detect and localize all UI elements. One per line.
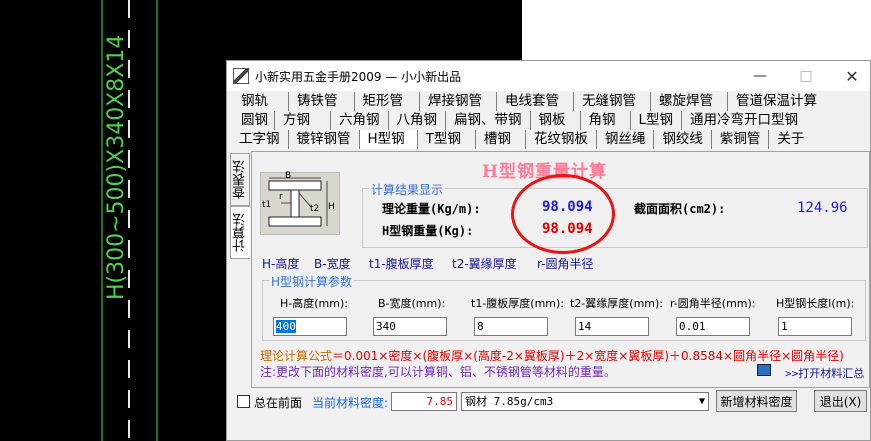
maximize-button[interactable]: □ — [783, 61, 829, 91]
diagram-t2-label: t2 — [310, 204, 320, 214]
height-input-value: 400 — [276, 320, 296, 333]
tab-round-steel[interactable]: 圆钢 — [231, 111, 275, 130]
params-group-title: H型钢计算参数 — [269, 273, 355, 290]
theory-weight-label: 理论重量(Kg/m): — [382, 202, 481, 216]
tab-lookup-label: 查表法 — [232, 160, 248, 199]
density-input[interactable]: 7.85 — [391, 392, 457, 411]
annotation-circle — [511, 174, 615, 254]
legend-h: H-高度 — [262, 257, 300, 271]
app-icon — [233, 68, 249, 84]
always-on-top-label: 总在前面 — [254, 396, 303, 410]
minimize-button[interactable]: — — [737, 61, 783, 91]
formula-text: ＝0.001×密度×(腹板厚×(高度-2×翼板厚)＋2×宽度×翼板厚)＋0.85… — [332, 349, 844, 363]
always-on-top-checkbox[interactable] — [237, 395, 250, 408]
tab-calc-method[interactable]: 计算法 — [230, 206, 250, 259]
tab-rect-pipe[interactable]: 矩形管 — [355, 92, 420, 111]
diagram-h-label: H — [328, 202, 335, 212]
tab-spiral-pipe[interactable]: 螺旋焊管 — [651, 92, 728, 111]
web-thickness-input[interactable]: 8 — [474, 317, 548, 336]
web-thickness-label: t1-腹板厚度(mm): — [471, 297, 565, 310]
tab-h-beam[interactable]: H型钢 — [359, 130, 418, 149]
tab-l-steel[interactable]: L型钢 — [631, 111, 683, 130]
menu-row-3: 工字钢 镀锌钢管 H型钢 T型钢 槽钢 花纹钢板 钢丝绳 钢绞线 紫铜管 关于 — [231, 130, 812, 149]
diagram-t1-label: t1 — [262, 200, 272, 210]
tab-galvanized-pipe[interactable]: 镀锌钢管 — [289, 130, 360, 149]
height-label: H-高度(mm): — [280, 297, 348, 310]
result-group: 计算结果显示 — [362, 181, 868, 248]
calculator-icon[interactable] — [757, 364, 771, 376]
tab-welded-pipe[interactable]: 焊接钢管 — [420, 92, 497, 111]
diagram-b-label: B — [285, 171, 292, 181]
tab-steel-plate[interactable]: 钢板 — [531, 111, 581, 130]
tab-lookup-method[interactable]: 查表法 — [230, 153, 250, 206]
tab-conduit[interactable]: 电线套管 — [497, 92, 574, 111]
legend-t1: t1-腹板厚度 — [369, 257, 434, 271]
material-select[interactable]: 钢材 7.85g/cm3 ▼ — [461, 392, 709, 411]
legend-r: r-圆角半径 — [537, 257, 594, 271]
tab-about[interactable]: 关于 — [769, 130, 812, 149]
legend-b: B-宽度 — [314, 257, 351, 271]
formula-line: 理论计算公式＝0.001×密度×(腹板厚×(高度-2×翼板厚)＋2×宽度×翼板厚… — [260, 347, 844, 364]
width-input[interactable]: 340 — [373, 317, 447, 336]
legend-t2: t2-翼缘厚度 — [452, 257, 517, 271]
length-label: H型钢长度l(m): — [776, 297, 855, 310]
diagram-r-label: r — [279, 192, 283, 202]
area-value: 124.96 — [797, 200, 848, 216]
radius-input[interactable]: 0.01 — [676, 317, 750, 336]
tab-hex-steel[interactable]: 六角钢 — [331, 111, 389, 130]
tab-rail[interactable]: 钢轨 — [231, 92, 289, 111]
tab-insulation[interactable]: 管道保温计算 — [728, 92, 825, 111]
title-bar: 小新实用五金手册2009 — 小小新出品 — □ ✕ — [227, 61, 870, 91]
bottom-bar: 总在前面 当前材料密度: 7.85 钢材 7.85g/cm3 ▼ 新增材料密度 … — [227, 387, 870, 417]
density-label: 当前材料密度: — [312, 396, 389, 410]
h-weight-label: H型钢重量(Kg): — [382, 224, 474, 238]
cad-white-area — [522, 0, 871, 60]
length-input[interactable]: 1 — [778, 317, 852, 336]
tab-cast-iron-pipe[interactable]: 铸铁管 — [289, 92, 355, 111]
tab-square-steel[interactable]: 方钢 — [275, 111, 331, 130]
tab-seamless-pipe[interactable]: 无缝钢管 — [574, 92, 651, 111]
width-label: B-宽度(mm): — [378, 297, 446, 310]
tab-angle-steel[interactable]: 角钢 — [581, 111, 631, 130]
area-label: 截面面积(cm2): — [634, 202, 726, 216]
tab-calc-label: 计算法 — [233, 213, 248, 252]
tab-checker-plate[interactable]: 花纹钢板 — [526, 130, 597, 149]
exit-button[interactable]: 退出(X) — [814, 390, 867, 412]
formula-label: 理论计算公式 — [260, 349, 333, 363]
result-group-title: 计算结果显示 — [369, 181, 446, 198]
height-input[interactable]: 400 — [273, 317, 347, 336]
window-title: 小新实用五金手册2009 — 小小新出品 — [255, 69, 462, 84]
menu-row-1: 钢轨 铸铁管 矩形管 焊接钢管 电线套管 无缝钢管 螺旋焊管 管道保温计算 — [231, 92, 825, 111]
chevron-down-icon: ▼ — [698, 396, 705, 407]
tab-wire-rope[interactable]: 钢丝绳 — [597, 130, 655, 149]
tab-channel[interactable]: 槽钢 — [476, 130, 526, 149]
material-select-value: 钢材 7.85g/cm3 — [465, 395, 554, 408]
tab-strand[interactable]: 钢绞线 — [654, 130, 712, 149]
tab-flat-steel[interactable]: 扁钢、带钢 — [446, 111, 531, 130]
menu-row-2: 圆钢 方钢 六角钢 八角钢 扁钢、带钢 钢板 角钢 L型钢 通用冷弯开口型钢 — [231, 111, 806, 130]
tab-oct-steel[interactable]: 八角钢 — [389, 111, 446, 130]
flange-thickness-input[interactable]: 14 — [575, 317, 649, 336]
app-window: 小新实用五金手册2009 — 小小新出品 — □ ✕ 钢轨 铸铁管 矩形管 焊接… — [226, 60, 871, 441]
tab-t-steel[interactable]: T型钢 — [418, 130, 476, 149]
open-summary-link[interactable]: >>打开材料汇总 — [785, 365, 864, 381]
material-note: 注:更改下面的材料密度,可以计算铜、铝、不锈钢管等材料的重量。 — [260, 365, 616, 379]
tab-i-beam[interactable]: 工字钢 — [231, 130, 289, 149]
tab-cold-formed[interactable]: 通用冷弯开口型钢 — [682, 111, 806, 130]
tab-copper-pipe[interactable]: 紫铜管 — [712, 130, 770, 149]
add-density-button[interactable]: 新增材料密度 — [716, 390, 797, 412]
radius-label: r-圆角半径(mm): — [670, 297, 756, 310]
close-button[interactable]: ✕ — [829, 61, 871, 91]
flange-thickness-label: t2-翼缘厚度(mm): — [570, 297, 664, 310]
cad-dimension-label: H(300~500)X340X8X14 — [104, 34, 129, 300]
